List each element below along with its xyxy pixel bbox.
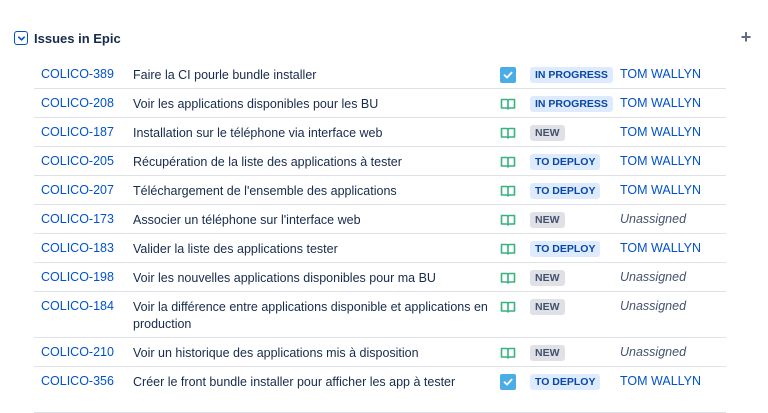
panel-header: Issues in Epic (14, 28, 121, 48)
panel-title: Issues in Epic (34, 30, 121, 46)
issue-summary[interactable]: Faire la CI pourle bundle installer (133, 67, 488, 84)
assignee[interactable]: TOM WALLYN (620, 67, 701, 81)
status-badge: IN PROGRESS (530, 96, 613, 112)
assignee: Unassigned (620, 345, 687, 359)
issue-key-link[interactable]: COLICO-356 (41, 374, 114, 388)
issue-summary[interactable]: Installation sur le téléphone via interf… (133, 125, 488, 142)
status-badge: TO DEPLOY (530, 241, 601, 257)
assignee[interactable]: TOM WALLYN (620, 125, 701, 139)
issue-key-link[interactable]: COLICO-389 (41, 67, 114, 81)
assignee[interactable]: TOM WALLYN (620, 96, 701, 110)
story-icon (500, 96, 516, 112)
story-icon (500, 270, 516, 286)
issue-key-link[interactable]: COLICO-208 (41, 96, 114, 110)
assignee[interactable]: TOM WALLYN (620, 183, 701, 197)
assignee: Unassigned (620, 270, 687, 284)
table-row[interactable]: COLICO-389 Faire la CI pourle bundle inst… (34, 60, 726, 89)
table-row[interactable]: COLICO-198 Voir les nouvelles application… (34, 263, 726, 292)
story-icon (500, 241, 516, 257)
story-icon (500, 154, 516, 170)
status-badge: TO DEPLOY (530, 154, 601, 170)
status-badge: IN PROGRESS (530, 67, 613, 83)
story-icon (500, 345, 516, 361)
issue-summary[interactable]: Voir les applications disponibles pour l… (133, 96, 488, 113)
issue-summary[interactable]: Téléchargement de l'ensemble des applica… (133, 183, 488, 200)
story-icon (500, 212, 516, 228)
table-row[interactable]: COLICO-187 Installation sur le téléphone … (34, 118, 726, 147)
issue-key-link[interactable]: COLICO-207 (41, 183, 114, 197)
story-icon (500, 299, 516, 315)
task-icon (500, 374, 516, 390)
status-badge: NEW (530, 299, 565, 315)
assignee[interactable]: TOM WALLYN (620, 241, 701, 255)
task-icon (500, 67, 516, 83)
issue-key-link[interactable]: COLICO-198 (41, 270, 114, 284)
assignee[interactable]: TOM WALLYN (620, 154, 701, 168)
table-row[interactable]: COLICO-183 Valider la liste des applicati… (34, 234, 726, 263)
status-badge: NEW (530, 270, 565, 286)
table-row[interactable]: COLICO-173 Associer un téléphone sur l'in… (34, 205, 726, 234)
issue-summary[interactable]: Créer le front bundle installer pour aff… (133, 374, 488, 391)
issue-key-link[interactable]: COLICO-205 (41, 154, 114, 168)
table-row[interactable]: COLICO-210 Voir un historique des applica… (34, 338, 726, 367)
status-badge: NEW (530, 125, 565, 141)
issue-key-link[interactable]: COLICO-183 (41, 241, 114, 255)
table-row[interactable]: COLICO-356 Créer le front bundle installe… (34, 367, 726, 413)
assignee[interactable]: TOM WALLYN (620, 374, 701, 388)
assignee: Unassigned (620, 299, 687, 313)
status-badge: TO DEPLOY (530, 183, 601, 199)
issue-summary[interactable]: Voir un historique des applications mis … (133, 345, 488, 362)
plus-icon[interactable]: + (738, 28, 754, 46)
issue-summary[interactable]: Récupération de la liste des application… (133, 154, 488, 171)
status-badge: NEW (530, 345, 565, 361)
chevron-down-icon[interactable] (14, 31, 28, 45)
issue-key-link[interactable]: COLICO-187 (41, 125, 114, 139)
issue-summary[interactable]: Valider la liste des applications tester (133, 241, 488, 258)
status-badge: TO DEPLOY (530, 374, 601, 390)
issue-key-link[interactable]: COLICO-210 (41, 345, 114, 359)
story-icon (500, 183, 516, 199)
issue-key-link[interactable]: COLICO-184 (41, 299, 114, 313)
table-row[interactable]: COLICO-208 Voir les applications disponib… (34, 89, 726, 118)
issue-summary[interactable]: Voir les nouvelles applications disponib… (133, 270, 488, 287)
table-row[interactable]: COLICO-205 Récupération de la liste des a… (34, 147, 726, 176)
table-row[interactable]: COLICO-184 Voir la différence entre appli… (34, 292, 726, 338)
issue-summary[interactable]: Voir la différence entre applications di… (133, 299, 488, 333)
table-row[interactable]: COLICO-207 Téléchargement de l'ensemble d… (34, 176, 726, 205)
status-badge: NEW (530, 212, 565, 228)
story-icon (500, 125, 516, 141)
assignee: Unassigned (620, 212, 687, 226)
issues-table: COLICO-389 Faire la CI pourle bundle inst… (34, 60, 726, 413)
issue-summary[interactable]: Associer un téléphone sur l'interface we… (133, 212, 488, 229)
issue-key-link[interactable]: COLICO-173 (41, 212, 114, 226)
